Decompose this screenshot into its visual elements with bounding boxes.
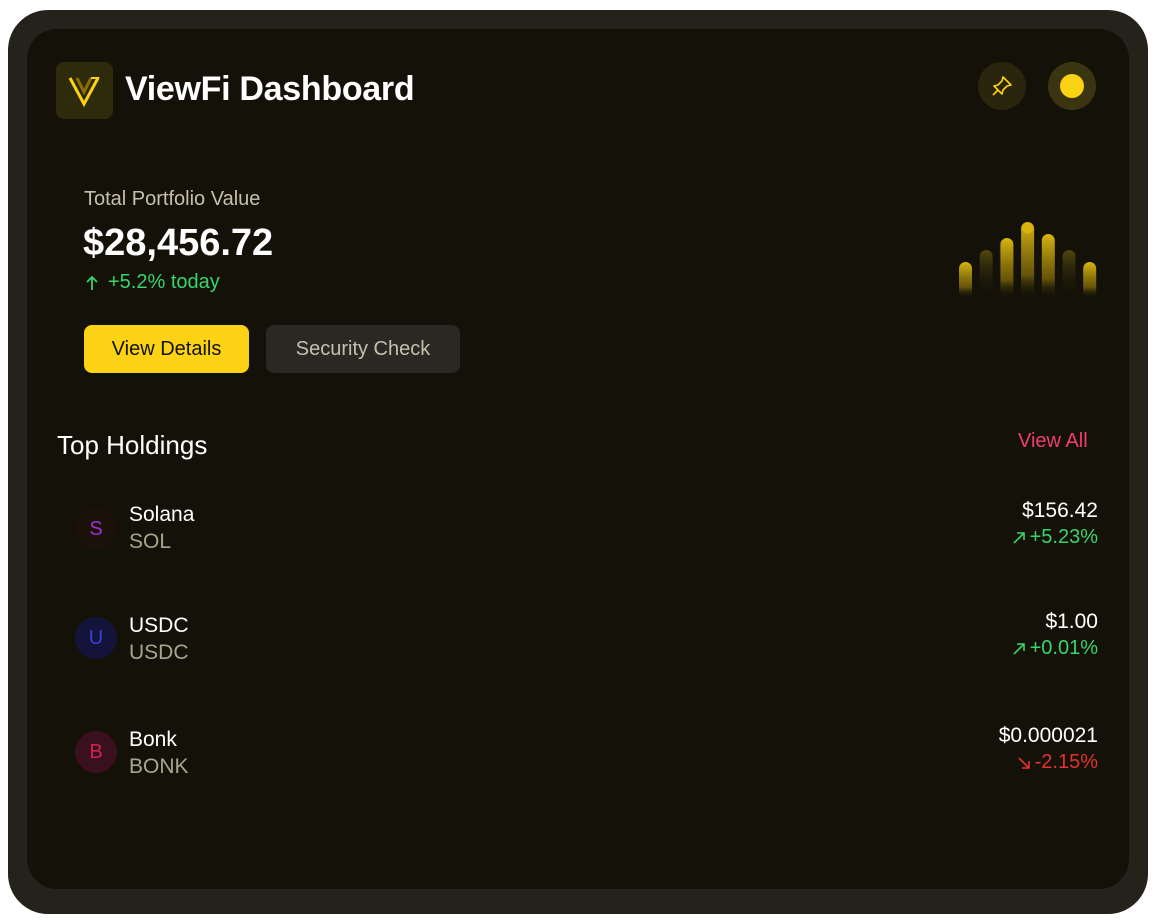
asset-change-text: +5.23% <box>1029 526 1098 548</box>
portfolio-change: +5.2% today <box>84 271 220 294</box>
holding-row-solana[interactable]: S Solana SOL $156.42 +5.23% <box>57 490 1098 580</box>
spark-bar <box>1083 262 1097 298</box>
asset-price: $156.42 <box>1022 499 1098 522</box>
holding-row-usdc[interactable]: U USDC USDC $1.00 +0.01% <box>57 601 1098 691</box>
pin-icon <box>992 76 1012 96</box>
asset-symbol: USDC <box>129 641 189 664</box>
view-all-link[interactable]: View All <box>1018 430 1088 453</box>
spark-bar <box>1062 250 1076 298</box>
theme-toggle-button[interactable] <box>1048 62 1096 110</box>
asset-change: -2.15% <box>1017 751 1098 774</box>
asset-change-text: -2.15% <box>1034 751 1098 773</box>
arrow-up-icon <box>86 275 98 290</box>
spark-bar <box>979 250 993 298</box>
bonk-avatar: B <box>75 731 117 773</box>
solana-avatar: S <box>75 508 117 550</box>
portfolio-sparkline <box>959 222 1097 298</box>
holdings-title: Top Holdings <box>57 430 208 460</box>
page-title: ViewFi Dashboard <box>125 70 415 108</box>
spark-bar <box>1000 238 1014 298</box>
asset-change: +5.23% <box>1012 526 1098 549</box>
spark-peak-dot <box>1022 222 1034 234</box>
asset-change: +0.01% <box>1012 637 1098 660</box>
spark-bar <box>1041 234 1055 298</box>
asset-price: $1.00 <box>1045 610 1098 633</box>
security-check-button[interactable]: Security Check <box>266 325 460 373</box>
pin-button[interactable] <box>978 62 1026 110</box>
usdc-avatar: U <box>75 617 117 659</box>
asset-symbol: BONK <box>129 755 189 778</box>
asset-name: Solana <box>129 503 195 526</box>
trend-down-icon <box>1018 756 1030 769</box>
asset-name: Bonk <box>129 728 177 751</box>
portfolio-label: Total Portfolio Value <box>84 188 261 210</box>
viewfi-logo-icon <box>56 62 113 119</box>
view-details-button[interactable]: View Details <box>84 325 249 373</box>
asset-price: $0.000021 <box>998 724 1098 747</box>
portfolio-change-text: +5.2% today <box>108 271 220 293</box>
asset-change-text: +0.01% <box>1029 637 1098 659</box>
spark-bar <box>959 262 972 298</box>
holding-row-bonk[interactable]: B Bonk BONK $0.000021 -2.15% <box>57 715 1098 805</box>
trend-up-icon <box>1013 531 1025 544</box>
portfolio-value: $28,456.72 <box>83 222 274 264</box>
theme-toggle-icon <box>1060 74 1084 98</box>
asset-name: USDC <box>129 614 189 637</box>
asset-symbol: SOL <box>129 530 172 553</box>
trend-up-icon <box>1013 642 1025 655</box>
